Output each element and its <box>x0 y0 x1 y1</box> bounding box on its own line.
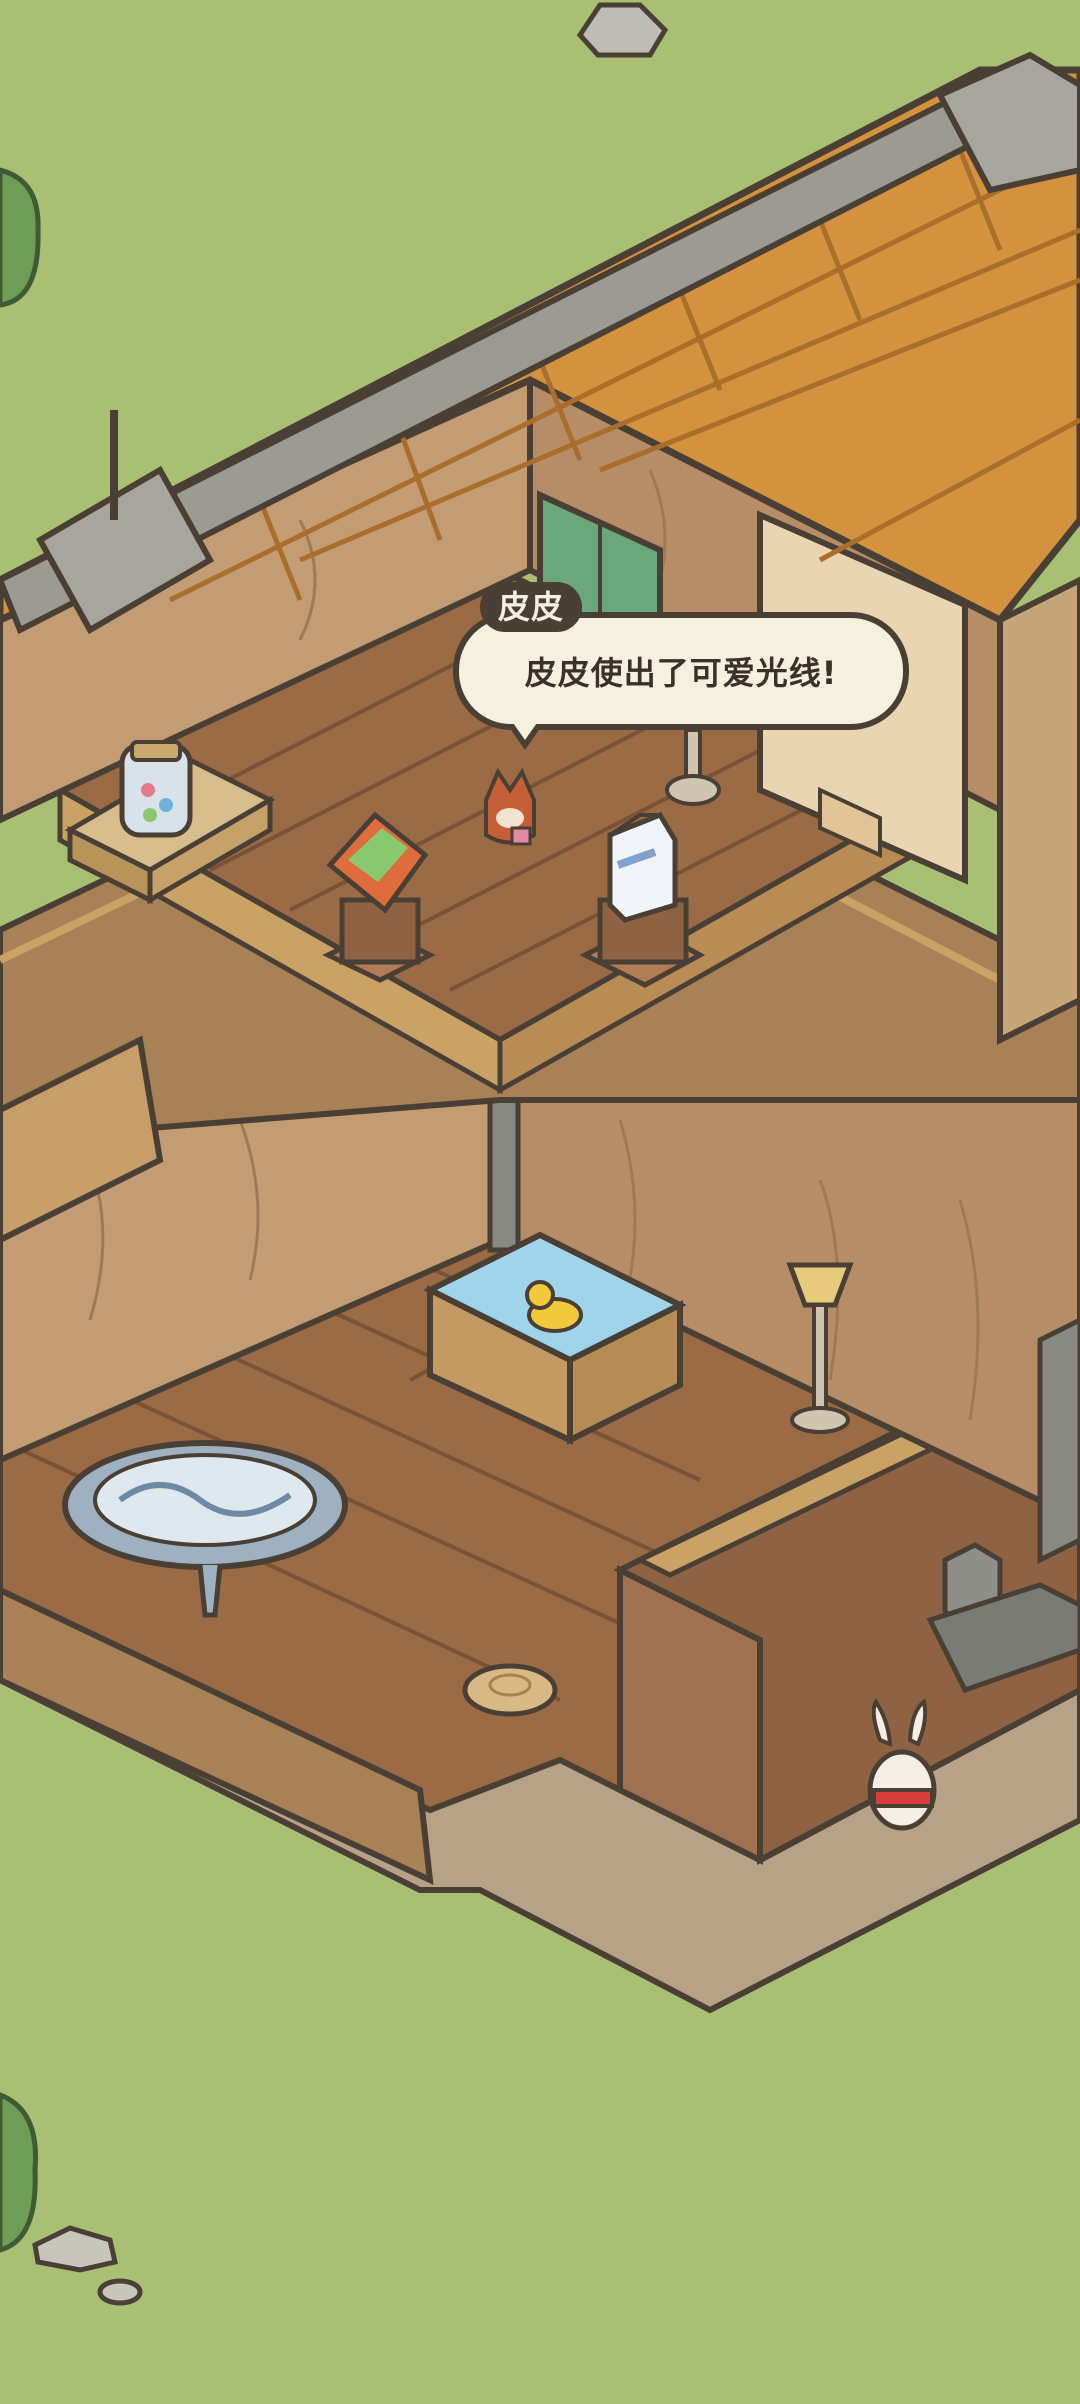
antenna <box>110 410 118 520</box>
stump-stool-icon <box>462 1663 558 1717</box>
milk-carton-icon <box>607 811 678 923</box>
speaker-name-tag: 皮皮 <box>480 582 583 632</box>
game-scene[interactable] <box>0 0 1080 2400</box>
dialog-message: 皮皮使出了可爱光线! <box>524 654 838 692</box>
candy-jar-icon <box>119 740 193 838</box>
bubble-tail-inner <box>511 720 539 740</box>
